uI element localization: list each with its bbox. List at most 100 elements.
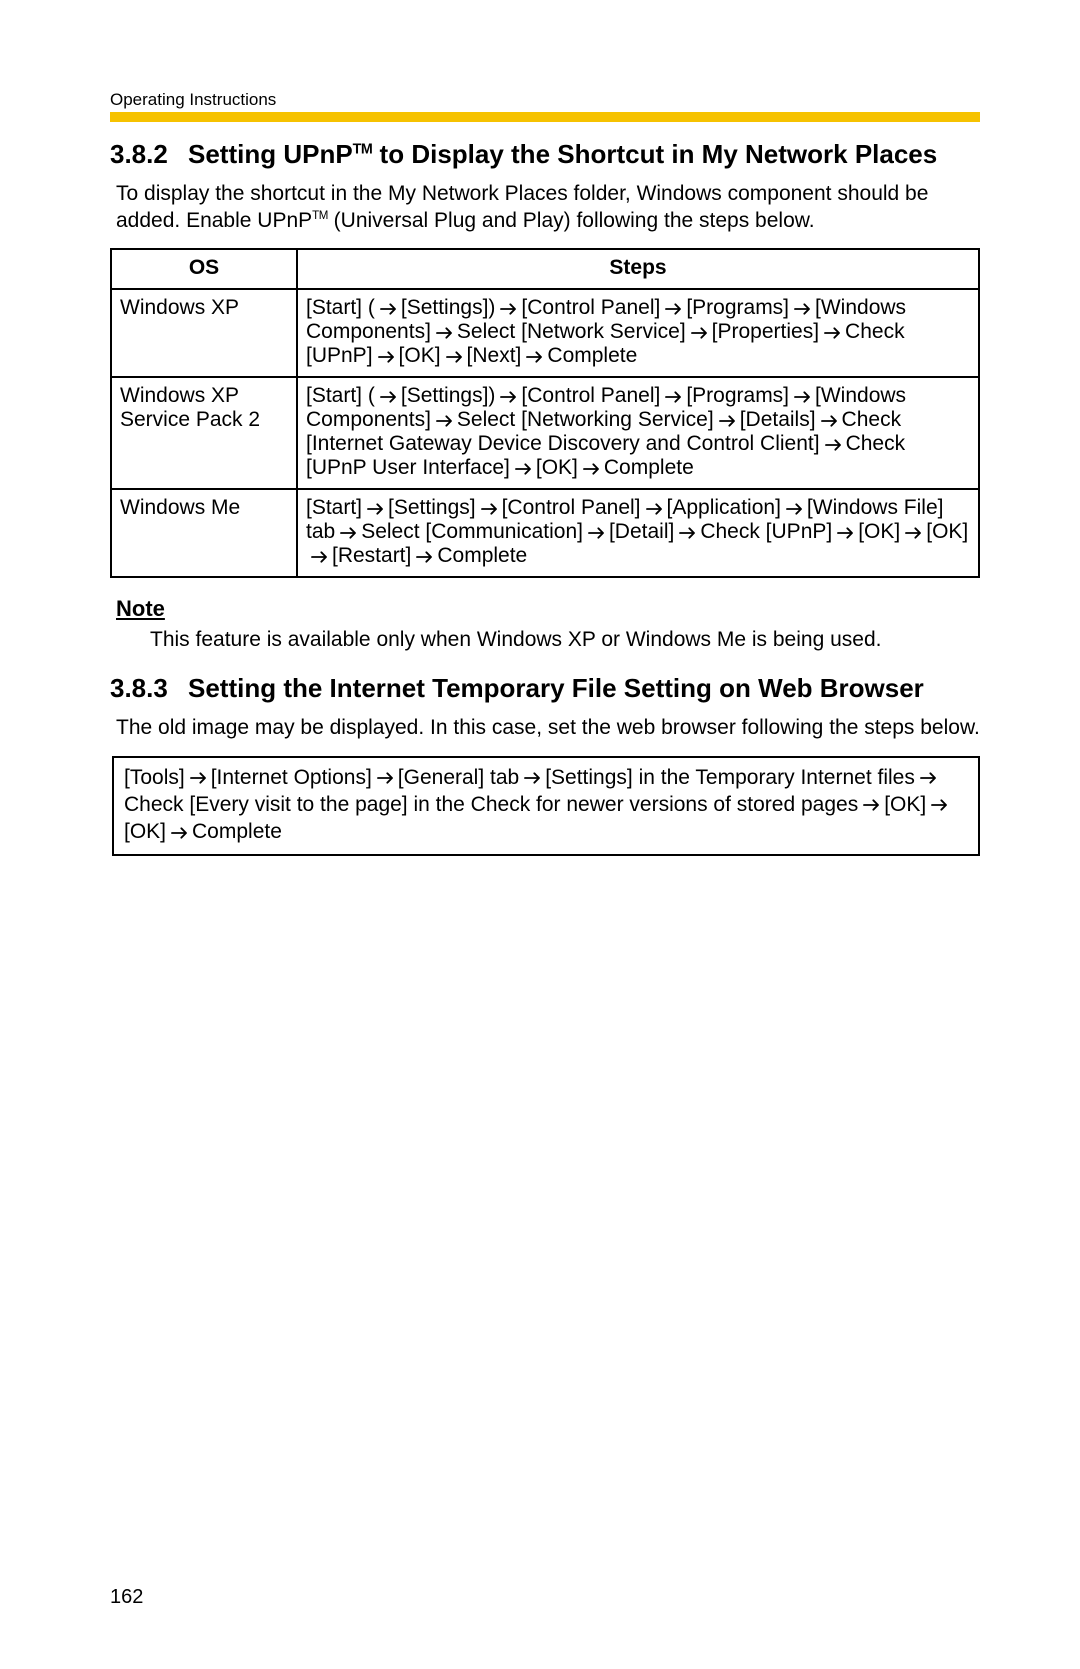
arrow-icon — [674, 526, 700, 540]
arrow-icon — [900, 526, 926, 540]
table-row: Windows XP [Start] ( [Settings]) [Control P… — [111, 289, 979, 377]
step-text: [Control Panel] — [521, 296, 660, 319]
note-text: This feature is available only when Wind… — [150, 628, 980, 652]
step-text: [Settings] — [388, 496, 476, 519]
table-row: Windows Me [Start] [Settings] [Control Pane… — [111, 489, 979, 577]
arrow-icon — [789, 302, 815, 316]
step-text: [OK] — [884, 793, 926, 816]
steps-cell: [Start] ( [Settings]) [Control Panel] [Prog… — [297, 377, 979, 489]
step-text: Check [UPnP] — [700, 520, 832, 543]
arrow-icon — [375, 302, 401, 316]
arrow-icon — [583, 526, 609, 540]
step-text: Select [Networking Service] — [457, 408, 714, 431]
arrow-icon — [820, 438, 846, 452]
arrow-icon — [686, 326, 712, 340]
step-text: [Start] ( — [306, 296, 375, 319]
os-cell: Windows Me — [111, 489, 297, 577]
section-383-intro: The old image may be displayed. In this … — [116, 714, 980, 741]
step-text: Select [Communication] — [361, 520, 583, 543]
arrow-icon — [519, 771, 545, 785]
arrow-icon — [714, 414, 740, 428]
arrow-icon — [495, 390, 521, 404]
section-title: Setting the Internet Temporary File Sett… — [188, 674, 980, 704]
arrow-icon — [495, 302, 521, 316]
section-382-intro: To display the shortcut in the My Networ… — [116, 180, 980, 235]
arrow-icon — [166, 826, 192, 840]
step-text: [OK] — [926, 520, 968, 543]
arrow-icon — [441, 350, 467, 364]
section-title: Setting UPnPTM to Display the Shortcut i… — [188, 140, 980, 170]
section-heading-382: 3.8.2 Setting UPnPTM to Display the Shor… — [110, 140, 980, 170]
step-text: [OK] — [399, 344, 441, 367]
arrow-icon — [858, 798, 884, 812]
arrow-icon — [411, 550, 437, 564]
step-text: [OK] — [536, 456, 578, 479]
page-number: 162 — [110, 1586, 143, 1609]
arrow-icon — [781, 502, 807, 516]
arrow-icon — [641, 502, 667, 516]
arrow-icon — [335, 526, 361, 540]
step-text: Complete — [437, 544, 527, 567]
header-rule — [110, 112, 980, 122]
step-text: [Settings]) — [401, 384, 496, 407]
trademark-icon: TM — [312, 210, 328, 222]
arrow-icon — [816, 414, 842, 428]
arrow-icon — [372, 771, 398, 785]
arrow-icon — [476, 502, 502, 516]
arrow-icon — [578, 462, 604, 476]
arrow-icon — [832, 526, 858, 540]
step-text: [OK] — [858, 520, 900, 543]
arrow-icon — [431, 326, 457, 340]
arrow-icon — [373, 350, 399, 364]
step-text: Complete — [604, 456, 694, 479]
table-header-steps: Steps — [297, 249, 979, 289]
step-text: [Programs] — [686, 384, 789, 407]
step-text: [Settings] in the Temporary Internet fil… — [545, 766, 915, 789]
table-row: Windows XP Service Pack 2 [Start] ( [Setti… — [111, 377, 979, 489]
arrow-icon — [819, 326, 845, 340]
step-text: [Properties] — [712, 320, 819, 343]
step-text: [Programs] — [686, 296, 789, 319]
trademark-icon: TM — [353, 141, 373, 157]
step-text: [Start] ( — [306, 384, 375, 407]
step-text: [Application] — [667, 496, 781, 519]
arrow-icon — [185, 771, 211, 785]
section-number: 3.8.2 — [110, 140, 188, 170]
steps-cell: [Start] [Settings] [Control Panel] [Applica… — [297, 489, 979, 577]
steps-cell: [Start] ( [Settings]) [Control Panel] [Prog… — [297, 289, 979, 377]
step-text: [Control Panel] — [502, 496, 641, 519]
section-number: 3.8.3 — [110, 674, 188, 704]
step-text: [OK] — [124, 820, 166, 843]
running-header: Operating Instructions — [110, 90, 980, 110]
browser-steps-box: [Tools][Internet Options][General] tab[S… — [112, 756, 980, 856]
step-text: [General] tab — [398, 766, 519, 789]
arrow-icon — [521, 350, 547, 364]
arrow-icon — [375, 390, 401, 404]
step-text: [Start] — [306, 496, 362, 519]
table-header-os: OS — [111, 249, 297, 289]
arrow-icon — [915, 771, 941, 785]
section-heading-383: 3.8.3 Setting the Internet Temporary Fil… — [110, 674, 980, 704]
step-text: Select [Network Service] — [457, 320, 686, 343]
arrow-icon — [431, 414, 457, 428]
arrow-icon — [306, 550, 332, 564]
os-cell: Windows XP — [111, 289, 297, 377]
step-text: Check [Every visit to the page] in the C… — [124, 793, 858, 816]
step-text: [Internet Options] — [211, 766, 372, 789]
os-cell: Windows XP Service Pack 2 — [111, 377, 297, 489]
arrow-icon — [660, 302, 686, 316]
arrow-icon — [660, 390, 686, 404]
step-text: Complete — [547, 344, 637, 367]
note-heading: Note — [116, 596, 980, 622]
arrow-icon — [362, 502, 388, 516]
step-text: [Restart] — [332, 544, 411, 567]
arrow-icon — [510, 462, 536, 476]
step-text: [Detail] — [609, 520, 674, 543]
arrow-icon — [789, 390, 815, 404]
step-text: [Settings]) — [401, 296, 496, 319]
step-text: [Next] — [467, 344, 522, 367]
step-text: [Details] — [740, 408, 816, 431]
step-text: Complete — [192, 820, 282, 843]
steps-table: OS Steps Windows XP[Start] ([Settings])[… — [110, 248, 980, 578]
step-text: [Control Panel] — [521, 384, 660, 407]
